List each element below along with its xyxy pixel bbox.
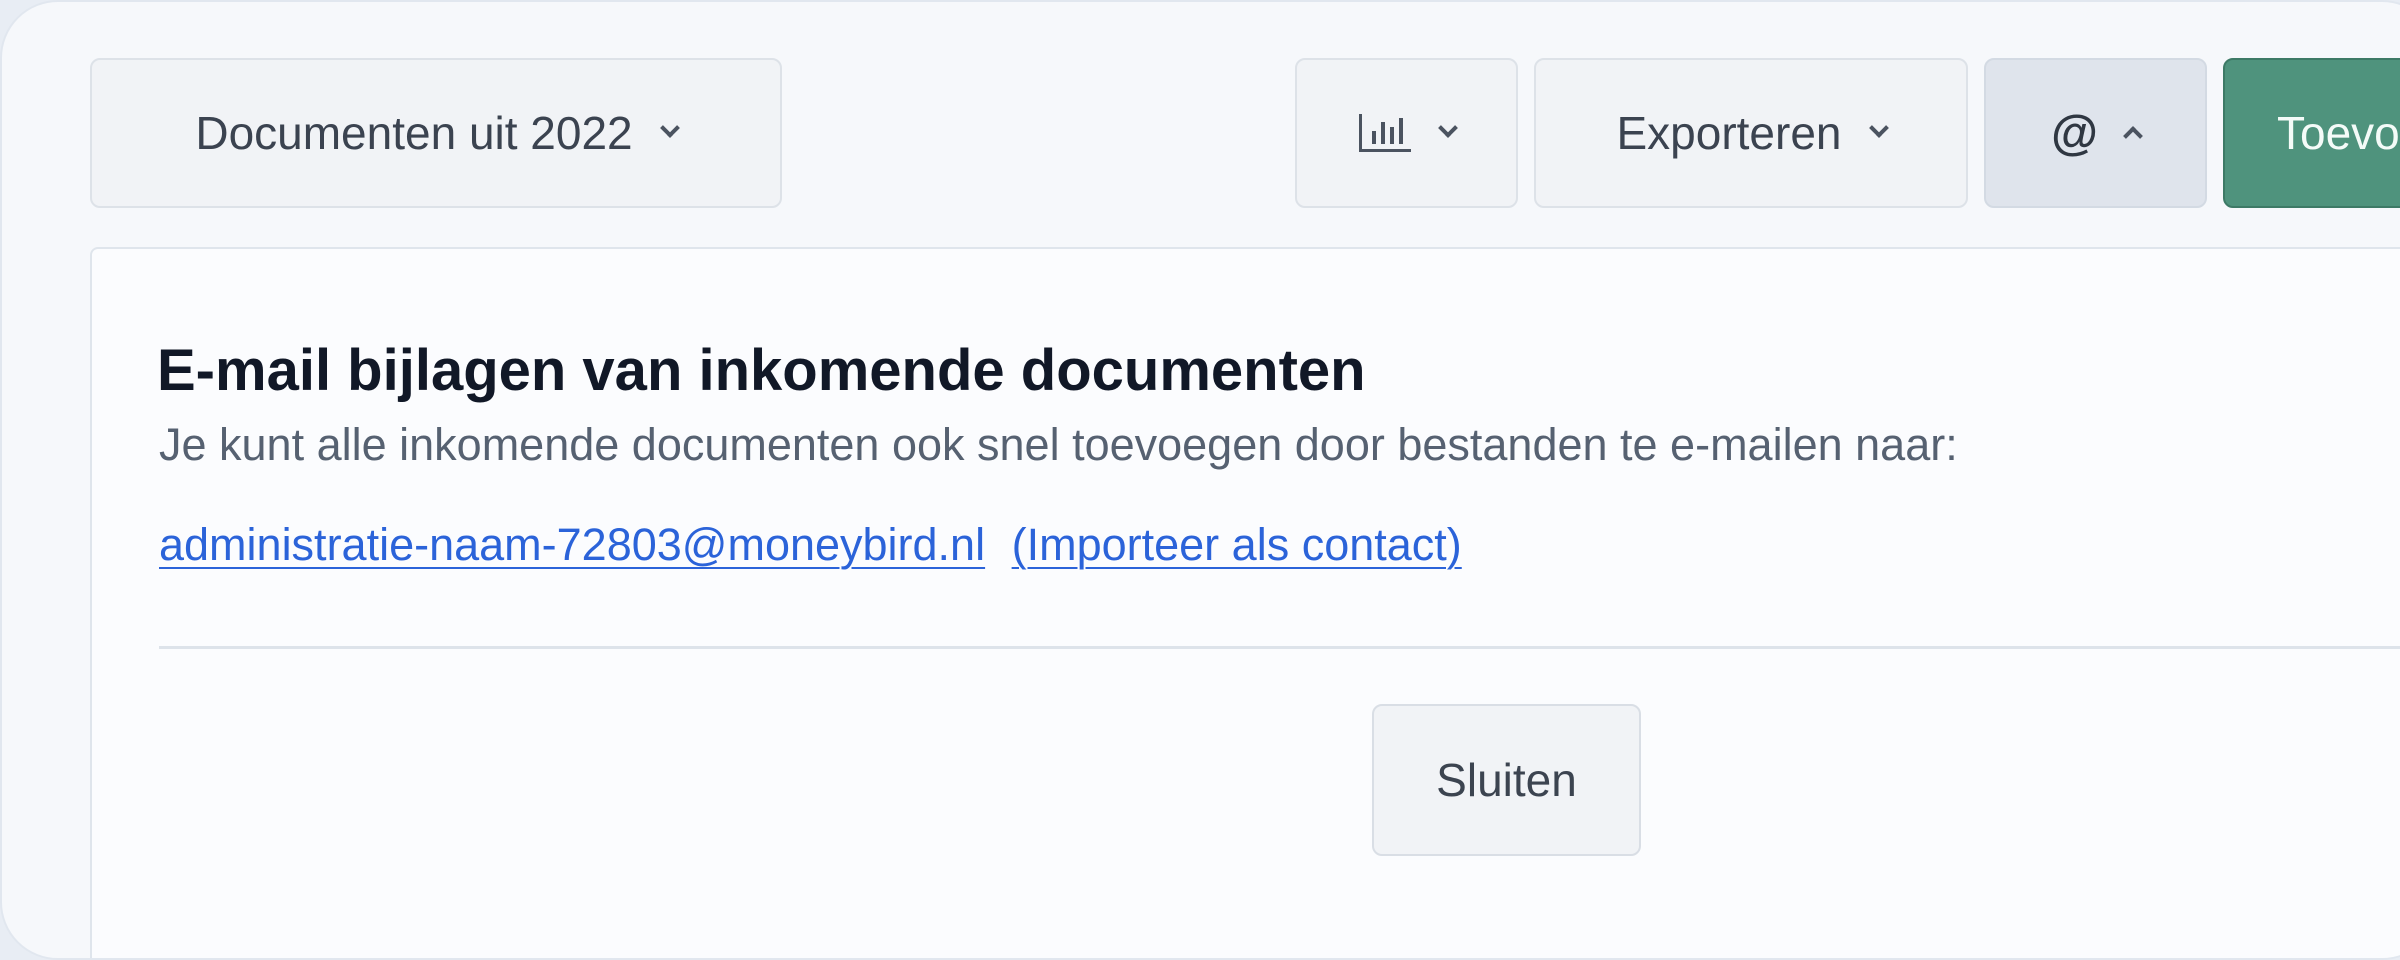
email-links: administratie-naam-72803@moneybird.nl (I… bbox=[159, 519, 1462, 571]
export-label: Exporteren bbox=[1616, 107, 1842, 159]
chevron-down-icon bbox=[1868, 118, 1889, 138]
email-address-link[interactable]: administratie-naam-72803@moneybird.nl bbox=[159, 519, 985, 570]
chevron-up-icon bbox=[2123, 126, 2143, 146]
email-attachments-button[interactable]: @ bbox=[1984, 58, 2207, 208]
panel-divider bbox=[159, 646, 2400, 649]
import-as-contact-link[interactable]: (Importeer als contact) bbox=[1012, 519, 1462, 570]
chart-view-button[interactable] bbox=[1295, 58, 1518, 208]
bar-chart-icon bbox=[1358, 114, 1411, 152]
panel-title: E-mail bijlagen van inkomende documenten bbox=[157, 338, 1366, 403]
date-filter-label: Documenten uit 2022 bbox=[195, 107, 633, 159]
date-filter-button[interactable]: Documenten uit 2022 bbox=[90, 58, 782, 208]
add-document-label: Toevo bbox=[2277, 107, 2400, 159]
chevron-down-icon bbox=[1437, 118, 1458, 138]
close-button[interactable]: Sluiten bbox=[1372, 704, 1641, 856]
at-sign-icon: @ bbox=[2051, 106, 2098, 160]
app-window: Documenten uit 2022 Exporteren @ Toevo E… bbox=[0, 0, 2400, 960]
email-attachments-panel: E-mail bijlagen van inkomende documenten… bbox=[90, 247, 2400, 958]
add-document-button[interactable]: Toevo bbox=[2223, 58, 2400, 208]
panel-description: Je kunt alle inkomende documenten ook sn… bbox=[159, 419, 1958, 470]
export-button[interactable]: Exporteren bbox=[1534, 58, 1968, 208]
chevron-down-icon bbox=[659, 118, 680, 138]
